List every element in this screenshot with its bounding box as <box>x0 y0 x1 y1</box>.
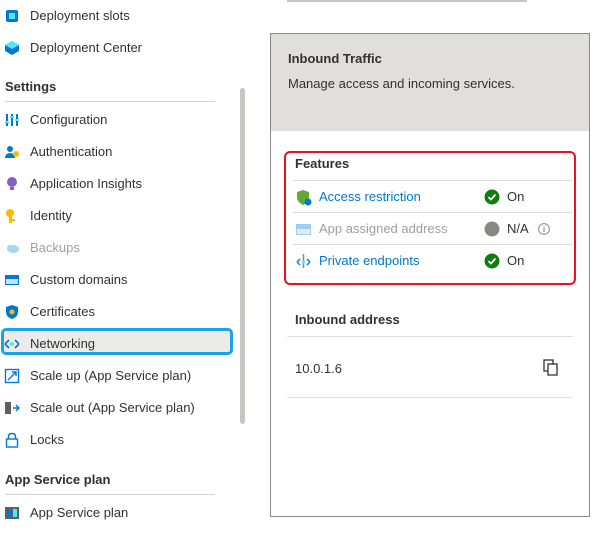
lock-icon <box>5 432 19 448</box>
sidebar-item-networking[interactable]: Networking <box>0 328 238 360</box>
sidebar-item-configuration[interactable]: Configuration <box>0 104 238 136</box>
sidebar-item-label: Networking <box>30 336 96 351</box>
section-divider <box>5 494 215 495</box>
sidebar-scrollbar[interactable] <box>240 88 245 424</box>
sidebar-item-label: Identity <box>30 208 72 223</box>
access-restriction-link[interactable]: Access restriction <box>319 181 421 213</box>
sidebar-item-certificates[interactable]: Certificates <box>0 296 238 328</box>
inbound-address-value: 10.0.1.6 <box>295 361 342 376</box>
access-restriction-icon <box>297 190 312 206</box>
sidebar-item-label: App Service plan <box>30 505 129 520</box>
sidebar-item-label: Authentication <box>30 144 113 159</box>
truncated-header-text <box>287 0 527 2</box>
sidebar-item-backups[interactable]: Backups <box>0 232 238 264</box>
sidebar-item-label: Deployment slots <box>30 8 130 23</box>
app-service-plan-icon <box>5 507 19 519</box>
feature-row-access-restriction: Access restriction On <box>293 181 573 213</box>
networking-icon <box>4 339 20 349</box>
custom-domains-icon <box>5 275 19 285</box>
sidebar-item-label: Locks <box>30 432 64 447</box>
card-subtitle: Manage access and incoming services. <box>288 76 515 91</box>
scale-up-icon <box>4 368 20 384</box>
deployment-slots-icon <box>6 10 18 22</box>
address-divider-bottom <box>287 397 573 398</box>
card-title: Inbound Traffic <box>288 51 382 66</box>
sidebar-item-custom-domains[interactable]: Custom domains <box>0 264 238 296</box>
sidebar-item-label: Configuration <box>30 112 108 127</box>
check-circle-icon <box>484 253 500 269</box>
copy-icon[interactable] <box>543 359 559 376</box>
info-icon[interactable] <box>538 223 550 235</box>
cloud-icon <box>7 245 19 253</box>
features-heading: Features <box>295 156 350 171</box>
private-endpoints-icon <box>296 254 311 268</box>
status-text: On <box>507 253 525 268</box>
sidebar-item-label: Backups <box>30 240 80 255</box>
sidebar-item-label: Application Insights <box>30 176 143 191</box>
scale-out-icon <box>5 402 20 414</box>
address-divider <box>287 336 573 337</box>
feature-row-private-endpoints: Private endpoints On <box>293 245 573 277</box>
sidebar-item-scale-out[interactable]: Scale out (App Service plan) <box>0 392 238 424</box>
sidebar-item-locks[interactable]: Locks <box>0 424 238 456</box>
sidebar-item-scale-up[interactable]: Scale up (App Service plan) <box>0 360 238 392</box>
deployment-center-icon <box>5 41 19 55</box>
sidebar-item-deployment-center[interactable]: Deployment Center <box>0 32 238 64</box>
sidebar-item-authentication[interactable]: Authentication <box>0 136 238 168</box>
card-header: Inbound Traffic Manage access and incomi… <box>271 34 589 131</box>
sidebar-item-label: Scale out (App Service plan) <box>30 400 195 415</box>
sidebar-item-label: Scale up (App Service plan) <box>30 368 192 383</box>
app-assigned-address-link: App assigned address <box>319 221 448 236</box>
section-settings: Settings <box>5 79 57 94</box>
section-app-service-plan: App Service plan <box>5 472 111 487</box>
inbound-address-heading: Inbound address <box>295 312 400 327</box>
authentication-icon <box>5 146 19 158</box>
sidebar-item-label: Deployment Center <box>30 40 142 55</box>
identity-icon <box>6 209 15 223</box>
feature-row-app-assigned-address: App assigned address N/A <box>293 213 573 245</box>
private-endpoints-link[interactable]: Private endpoints <box>319 245 419 277</box>
section-divider <box>5 101 215 102</box>
configuration-icon <box>5 114 19 126</box>
sidebar-item-deployment-slots[interactable]: Deployment slots <box>0 0 238 32</box>
sidebar-item-app-service-plan[interactable]: App Service plan <box>0 497 238 529</box>
app-assigned-address-icon <box>296 224 311 235</box>
status-text: N/A <box>507 221 529 236</box>
unavailable-circle-icon <box>484 221 500 237</box>
check-circle-icon <box>484 189 500 205</box>
shield-icon <box>6 305 18 319</box>
sidebar-item-label: Custom domains <box>30 272 128 287</box>
application-insights-icon <box>7 177 17 190</box>
sidebar-item-identity[interactable]: Identity <box>0 200 238 232</box>
resource-menu: Deployment slots Deployment Center Setti… <box>0 0 250 533</box>
status-text: On <box>507 189 525 204</box>
sidebar-item-label: Certificates <box>30 304 96 319</box>
sidebar-item-application-insights[interactable]: Application Insights <box>0 168 238 200</box>
